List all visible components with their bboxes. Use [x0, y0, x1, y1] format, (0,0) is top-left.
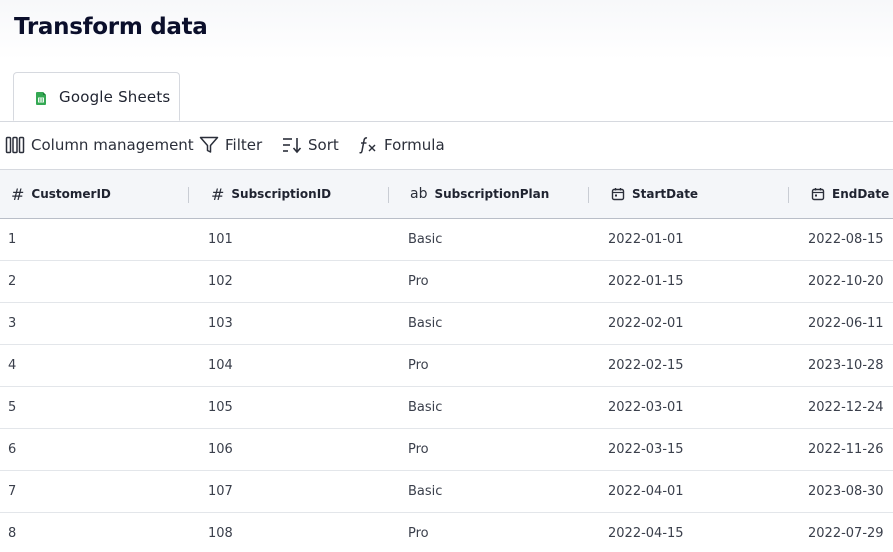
source-tabs: Google Sheets: [0, 72, 893, 122]
cell-customerid[interactable]: 8: [8, 513, 16, 552]
column-divider[interactable]: [188, 187, 189, 203]
cell-subscriptionplan[interactable]: Basic: [408, 387, 442, 428]
cell-subscriptionplan[interactable]: Pro: [408, 513, 429, 552]
tab-google-sheets[interactable]: Google Sheets: [13, 72, 180, 121]
table-row[interactable]: 7 107 Basic 2022-04-01 2023-08-30: [0, 471, 893, 513]
cell-customerid[interactable]: 5: [8, 387, 16, 428]
column-header-customerid[interactable]: # CustomerID: [11, 170, 111, 218]
column-header-startdate[interactable]: StartDate: [611, 170, 698, 218]
column-header-label: SubscriptionPlan: [434, 187, 550, 201]
sort-button[interactable]: Sort: [282, 134, 339, 156]
calendar-icon: [611, 187, 625, 201]
cell-customerid[interactable]: 2: [8, 261, 16, 302]
column-divider[interactable]: [588, 187, 589, 203]
formula-button[interactable]: Formula: [358, 134, 445, 156]
cell-subscriptionid[interactable]: 107: [208, 471, 233, 512]
cell-subscriptionid[interactable]: 105: [208, 387, 233, 428]
cell-customerid[interactable]: 6: [8, 429, 16, 470]
cell-startdate[interactable]: 2022-04-01: [608, 471, 684, 512]
column-header-label: CustomerID: [31, 187, 111, 201]
table-row[interactable]: 2 102 Pro 2022-01-15 2022-10-20: [0, 261, 893, 303]
cell-startdate[interactable]: 2022-01-15: [608, 261, 684, 302]
cell-enddate[interactable]: 2022-06-11: [808, 303, 884, 344]
cell-customerid[interactable]: 7: [8, 471, 16, 512]
cell-subscriptionplan[interactable]: Basic: [408, 471, 442, 512]
tab-label: Google Sheets: [59, 88, 171, 106]
cell-subscriptionid[interactable]: 108: [208, 513, 233, 552]
filter-button[interactable]: Filter: [199, 134, 262, 156]
cell-enddate[interactable]: 2023-10-28: [808, 345, 884, 386]
table-header-row: # CustomerID # SubscriptionID ab Subscri…: [0, 170, 893, 219]
column-header-label: EndDate: [832, 187, 890, 201]
column-management-label: Column management: [31, 136, 194, 154]
columns-icon: [5, 136, 25, 154]
table-row[interactable]: 4 104 Pro 2022-02-15 2023-10-28: [0, 345, 893, 387]
cell-subscriptionid[interactable]: 104: [208, 345, 233, 386]
data-table: # CustomerID # SubscriptionID ab Subscri…: [0, 170, 893, 552]
column-header-subscriptionid[interactable]: # SubscriptionID: [211, 170, 331, 218]
cell-subscriptionplan[interactable]: Basic: [408, 303, 442, 344]
google-sheets-icon: [36, 90, 46, 105]
cell-enddate[interactable]: 2022-12-24: [808, 387, 884, 428]
cell-subscriptionid[interactable]: 106: [208, 429, 233, 470]
cell-subscriptionplan[interactable]: Basic: [408, 219, 442, 260]
cell-startdate[interactable]: 2022-04-15: [608, 513, 684, 552]
cell-startdate[interactable]: 2022-03-15: [608, 429, 684, 470]
filter-label: Filter: [225, 136, 263, 154]
cell-enddate[interactable]: 2022-07-29: [808, 513, 884, 552]
table-row[interactable]: 3 103 Basic 2022-02-01 2022-06-11: [0, 303, 893, 345]
cell-subscriptionid[interactable]: 103: [208, 303, 233, 344]
cell-enddate[interactable]: 2022-08-15: [808, 219, 884, 260]
number-hash-icon: #: [11, 184, 25, 204]
cell-subscriptionplan[interactable]: Pro: [408, 345, 429, 386]
text-ab-icon: ab: [410, 186, 428, 202]
cell-startdate[interactable]: 2022-03-01: [608, 387, 684, 428]
formula-label: Formula: [384, 136, 445, 154]
page-title: Transform data: [14, 14, 208, 40]
transform-data-page: Transform data Google Sheets Column mana…: [0, 0, 893, 552]
table-row[interactable]: 6 106 Pro 2022-03-15 2022-11-26: [0, 429, 893, 471]
table-row[interactable]: 1 101 Basic 2022-01-01 2022-08-15: [0, 219, 893, 261]
toolbar: Column management Filter Sort Formula: [0, 121, 893, 170]
number-hash-icon: #: [211, 184, 225, 204]
table-row[interactable]: 5 105 Basic 2022-03-01 2022-12-24: [0, 387, 893, 429]
cell-customerid[interactable]: 1: [8, 219, 16, 260]
cell-subscriptionid[interactable]: 101: [208, 219, 233, 260]
filter-icon: [199, 136, 219, 153]
cell-enddate[interactable]: 2022-11-26: [808, 429, 884, 470]
calendar-icon: [811, 187, 825, 201]
column-header-label: StartDate: [632, 187, 699, 201]
column-management-button[interactable]: Column management: [5, 134, 194, 156]
sort-icon: [283, 138, 302, 154]
cell-enddate[interactable]: 2022-10-20: [808, 261, 884, 302]
column-header-label: SubscriptionID: [231, 187, 332, 201]
cell-customerid[interactable]: 4: [8, 345, 16, 386]
column-divider[interactable]: [788, 187, 789, 203]
cell-startdate[interactable]: 2022-02-01: [608, 303, 684, 344]
column-header-enddate[interactable]: EndDate: [811, 170, 889, 218]
cell-customerid[interactable]: 3: [8, 303, 16, 344]
column-header-subscriptionplan[interactable]: ab SubscriptionPlan: [410, 170, 549, 218]
cell-startdate[interactable]: 2022-01-01: [608, 219, 684, 260]
cell-startdate[interactable]: 2022-02-15: [608, 345, 684, 386]
cell-enddate[interactable]: 2023-08-30: [808, 471, 884, 512]
sort-label: Sort: [308, 136, 339, 154]
column-divider[interactable]: [388, 187, 389, 203]
table-row[interactable]: 8 108 Pro 2022-04-15 2022-07-29: [0, 513, 893, 552]
cell-subscriptionplan[interactable]: Pro: [408, 429, 429, 470]
cell-subscriptionid[interactable]: 102: [208, 261, 233, 302]
formula-icon: [359, 137, 376, 154]
cell-subscriptionplan[interactable]: Pro: [408, 261, 429, 302]
